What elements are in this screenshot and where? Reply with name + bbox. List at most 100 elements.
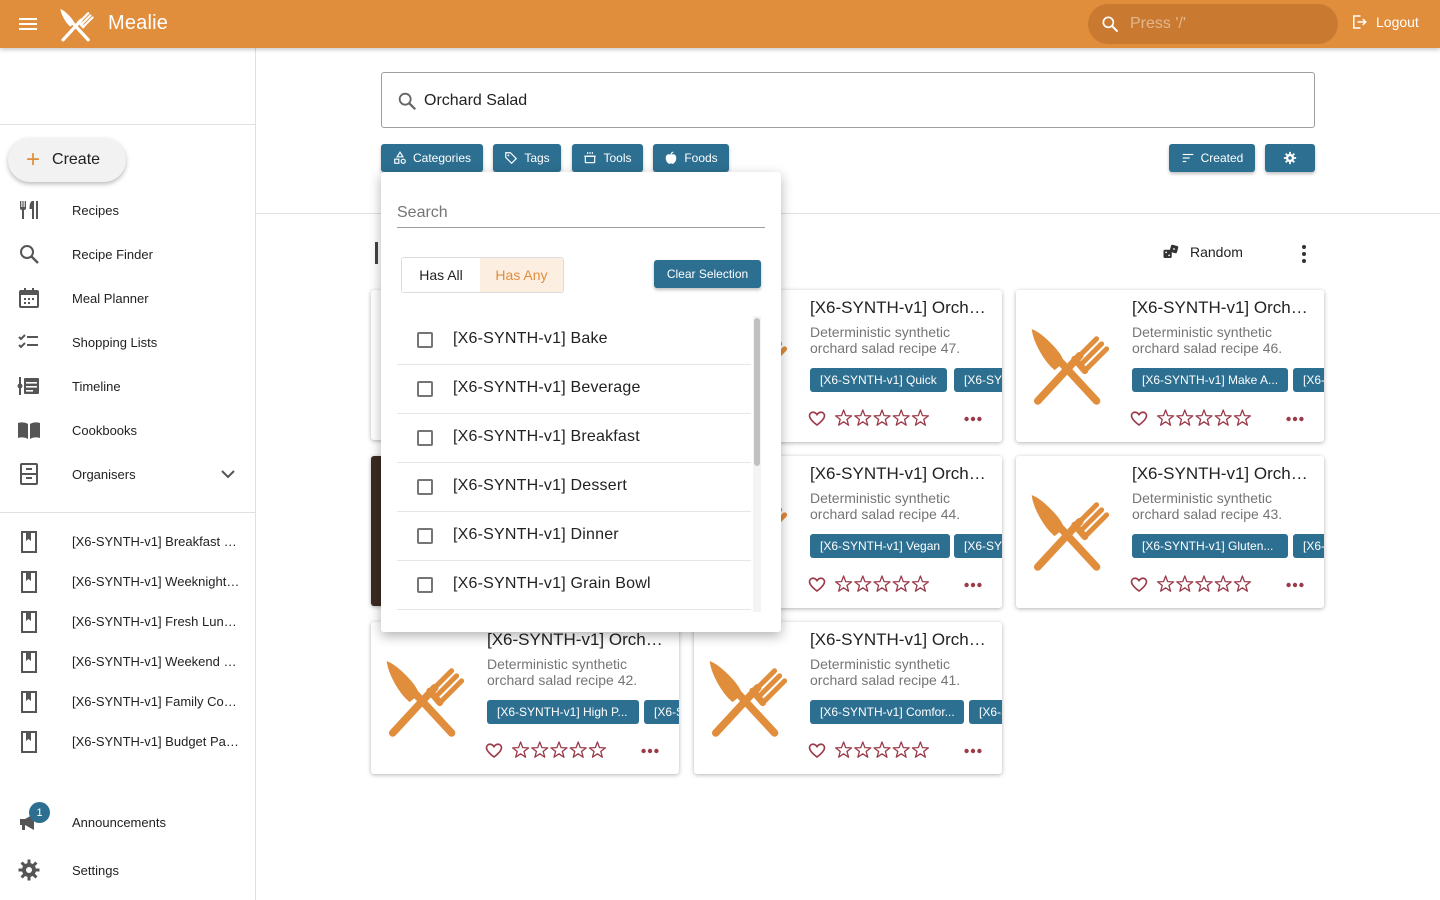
sidebar-item-shopping-lists[interactable]: Shopping Lists (0, 320, 255, 364)
sidebar-item-recipes[interactable]: Recipes (0, 188, 255, 232)
recipe-tag[interactable]: [X6-SYNTH-v1] High P... (487, 700, 639, 724)
recipe-card[interactable]: [X6-SYNTH-v1] Orchard Salad 43 Determini… (1016, 456, 1324, 608)
heart-icon[interactable] (808, 742, 826, 760)
random-label: Random (1190, 244, 1243, 260)
cookbook-label: [X6-SYNTH-v1] Fresh Lunches (72, 614, 242, 629)
recipe-tag[interactable]: [X6-SYNTH-v1] Comfor... (810, 700, 964, 724)
category-option[interactable]: [X6-SYNTH-v1] Breakfast (397, 414, 751, 463)
has-any-toggle[interactable]: Has Any (480, 258, 563, 292)
recipe-tag[interactable]: [X6-SYNTH-v1] (954, 534, 1002, 558)
heart-icon[interactable] (485, 742, 503, 760)
recipe-search-input[interactable] (424, 87, 1284, 115)
scrollbar-thumb[interactable] (754, 318, 760, 466)
category-option[interactable]: [X6-SYNTH-v1] Dessert (397, 463, 751, 512)
sort-icon (1182, 153, 1193, 163)
clear-selection-button[interactable]: Clear Selection (654, 260, 761, 288)
categories-filter-button[interactable]: Categories (381, 144, 483, 172)
star-rating[interactable] (511, 740, 607, 760)
more-horiz-icon[interactable] (962, 740, 984, 762)
filter-label: Foods (684, 151, 718, 165)
bookmark-book-icon (17, 690, 41, 714)
category-option[interactable]: [X6-SYNTH-v1] Beverage (397, 365, 751, 414)
menu-icon[interactable] (16, 12, 40, 36)
sidebar-cookbook-item[interactable]: [X6-SYNTH-v1] Budget Pantry (0, 722, 255, 762)
global-search-input[interactable] (1130, 12, 1320, 36)
app-title[interactable]: Mealie (108, 12, 168, 35)
random-button[interactable]: Random (1162, 243, 1243, 261)
recipe-tag[interactable]: [X6-SYNTH-v1] Vegan (810, 534, 951, 558)
star-rating[interactable] (1156, 574, 1252, 594)
search-settings-button[interactable] (1265, 144, 1315, 172)
recipe-title[interactable]: [X6-SYNTH-v1] Orchard Salad 47 (810, 298, 994, 318)
checkbox[interactable] (417, 577, 433, 593)
tags-filter-button[interactable]: Tags (493, 144, 561, 172)
recipe-tag[interactable]: [X6-SYNTH-v1] (1293, 534, 1324, 558)
recipe-title[interactable]: [X6-SYNTH-v1] Orchard Salad 44 (810, 464, 994, 484)
more-horiz-icon[interactable] (1284, 574, 1306, 596)
sidebar-item-timeline[interactable]: Timeline (0, 364, 255, 408)
category-option[interactable]: [X6-SYNTH-v1] Dinner (397, 512, 751, 561)
heart-icon[interactable] (808, 410, 826, 428)
sidebar-item-settings[interactable]: Settings (0, 848, 255, 892)
sidebar-cookbook-item[interactable]: [X6-SYNTH-v1] Fresh Lunches (0, 602, 255, 642)
heart-icon[interactable] (808, 576, 826, 594)
more-horiz-icon[interactable] (1284, 408, 1306, 430)
recipe-title[interactable]: [X6-SYNTH-v1] Orchard Salad 41 (810, 630, 994, 650)
recipe-title[interactable]: [X6-SYNTH-v1] Orchard Salad 43 (1132, 464, 1316, 484)
recipe-search-box[interactable] (381, 72, 1315, 128)
recipe-tag[interactable]: [X6-SYNTH-v1] (644, 700, 679, 724)
heart-icon[interactable] (1130, 410, 1148, 428)
star-rating[interactable] (834, 740, 930, 760)
recipe-title[interactable]: [X6-SYNTH-v1] Orchard Salad 42 (487, 630, 671, 650)
sidebar-item-meal-planner[interactable]: Meal Planner (0, 276, 255, 320)
recipe-card[interactable]: [X6-SYNTH-v1] Orchard Salad 42 Determini… (371, 622, 679, 774)
star-rating[interactable] (1156, 408, 1252, 428)
checkbox[interactable] (417, 528, 433, 544)
sidebar-cookbook-item[interactable]: [X6-SYNTH-v1] Weekend Brunch (0, 642, 255, 682)
sidebar-item-organisers[interactable]: Organisers (0, 452, 255, 496)
sort-button[interactable]: Created (1169, 144, 1255, 172)
recipe-tag[interactable]: [X6-SYNTH-v1] Make A... (1132, 368, 1288, 392)
checkbox[interactable] (417, 479, 433, 495)
checkbox[interactable] (417, 381, 433, 397)
recipe-tag[interactable]: [X6-SYNTH-v1] Quick (810, 368, 947, 392)
recipe-tag[interactable]: [X6-SYNTH-v1] Gluten... (1132, 534, 1288, 558)
heart-icon[interactable] (1130, 576, 1148, 594)
recipe-card[interactable]: [X6-SYNTH-v1] Orchard Salad 41 Determini… (694, 622, 1002, 774)
recipe-tag[interactable]: [X6-SYNTH-v1] (969, 700, 1002, 724)
mealie-logo-icon[interactable] (58, 6, 94, 42)
tools-filter-button[interactable]: Tools (572, 144, 643, 172)
calendar-icon (19, 288, 39, 308)
checkbox[interactable] (417, 430, 433, 446)
recipe-tag[interactable]: [X6-SYNTH-v1] (1293, 368, 1324, 392)
sidebar-cookbook-item[interactable]: [X6-SYNTH-v1] Weeknight Dinners (0, 562, 255, 602)
logout-button[interactable]: Logout (1350, 13, 1419, 31)
sidebar-item-cookbooks[interactable]: Cookbooks (0, 408, 255, 452)
sidebar-cookbook-item[interactable]: [X6-SYNTH-v1] Family Comfort (0, 682, 255, 722)
match-mode-toggle: Has All Has Any (401, 257, 564, 293)
category-option[interactable]: [X6-SYNTH-v1] Grain Bowl (397, 561, 751, 610)
sidebar-cookbook-item[interactable]: [X6-SYNTH-v1] Breakfast Favorites (0, 522, 255, 562)
star-rating[interactable] (834, 408, 930, 428)
checkbox[interactable] (417, 332, 433, 348)
star-rating[interactable] (834, 574, 930, 594)
category-search-input[interactable] (397, 198, 765, 228)
recipe-tag[interactable]: [X6-SYNTH-v1] (954, 368, 1002, 392)
has-all-toggle[interactable]: Has All (402, 258, 480, 292)
sidebar-item-recipe-finder[interactable]: Recipe Finder (0, 232, 255, 276)
create-button[interactable]: + Create (8, 138, 126, 182)
global-search[interactable] (1088, 4, 1338, 44)
more-horiz-icon[interactable] (962, 408, 984, 430)
chevron-down-icon[interactable] (216, 462, 240, 486)
cookbook-label: [X6-SYNTH-v1] Budget Pantry (72, 734, 242, 749)
more-horiz-icon[interactable] (962, 574, 984, 596)
category-label: [X6-SYNTH-v1] Grain Bowl (453, 575, 651, 592)
gear-icon (1283, 151, 1297, 165)
category-option[interactable]: [X6-SYNTH-v1] Bake (397, 316, 751, 365)
recipe-card[interactable]: [X6-SYNTH-v1] Orchard Salad 46 Determini… (1016, 290, 1324, 442)
recipe-title[interactable]: [X6-SYNTH-v1] Orchard Salad 46 (1132, 298, 1316, 318)
sidebar-item-label: Recipe Finder (72, 246, 153, 262)
more-vert-icon[interactable] (1292, 242, 1316, 266)
more-horiz-icon[interactable] (639, 740, 661, 762)
foods-filter-button[interactable]: Foods (653, 144, 729, 172)
